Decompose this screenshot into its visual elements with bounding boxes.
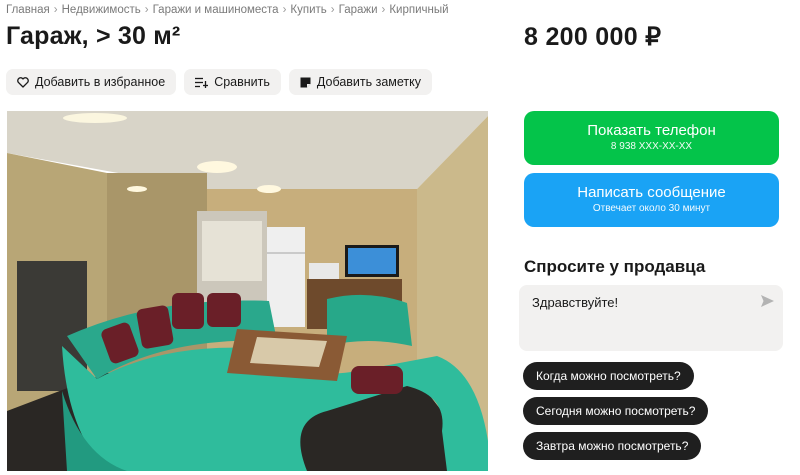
breadcrumb-item-buy[interactable]: Купить: [290, 4, 326, 16]
compare-button[interactable]: Сравнить: [184, 69, 281, 95]
add-to-favorites-button[interactable]: Добавить в избранное: [6, 69, 177, 95]
response-time-text: Отвечает около 30 минут: [592, 203, 711, 214]
compare-label: Сравнить: [214, 75, 270, 89]
breadcrumb-separator: ›: [330, 4, 335, 16]
breadcrumb-item-realty[interactable]: Недвижимость: [62, 4, 141, 16]
heart-icon: [17, 76, 29, 88]
breadcrumb-separator: ›: [381, 4, 386, 16]
quick-question-when[interactable]: Когда можно посмотреть?: [523, 362, 694, 390]
breadcrumb-separator: ›: [53, 4, 58, 16]
write-message-label: Написать сообщение: [577, 184, 726, 201]
ask-seller-heading: Спросите у продавца: [524, 257, 706, 276]
message-input-value[interactable]: Здравствуйте!: [532, 295, 618, 310]
breadcrumb-item-home[interactable]: Главная: [6, 4, 50, 16]
quick-question-today[interactable]: Сегодня можно посмотреть?: [523, 397, 709, 425]
quick-question-tomorrow[interactable]: Завтра можно посмотреть?: [523, 432, 702, 460]
message-input[interactable]: Здравствуйте!: [519, 285, 783, 351]
write-message-button[interactable]: Написать сообщение Отвечает около 30 мин…: [524, 173, 779, 227]
listing-actions: Добавить в избранное Сравнить Добавить з…: [6, 69, 433, 95]
add-note-button[interactable]: Добавить заметку: [288, 69, 433, 95]
listing-title: Гараж, > 30 м²: [6, 22, 181, 50]
listing-photo[interactable]: [7, 111, 488, 471]
breadcrumb-item-garages-parking[interactable]: Гаражи и машиноместа: [153, 4, 279, 16]
note-icon: [300, 77, 311, 88]
add-to-favorites-label: Добавить в избранное: [35, 75, 166, 89]
breadcrumb-item-garages[interactable]: Гаражи: [339, 4, 378, 16]
phone-masked-number: 8 938 XXX-XX-XX: [610, 141, 693, 152]
add-note-label: Добавить заметку: [316, 75, 422, 89]
breadcrumb-separator: ›: [282, 4, 287, 16]
send-icon[interactable]: [761, 294, 774, 312]
compare-icon: [195, 77, 209, 88]
breadcrumb: Главная › Недвижимость › Гаражи и машиномест…: [6, 4, 449, 16]
listing-price: 8 200 000 ₽: [524, 23, 662, 51]
show-phone-label: Показать телефон: [587, 122, 716, 139]
show-phone-button[interactable]: Показать телефон 8 938 XXX-XX-XX: [524, 111, 779, 165]
breadcrumb-separator: ›: [144, 4, 149, 16]
breadcrumb-item-brick[interactable]: Кирпичный: [389, 4, 448, 16]
